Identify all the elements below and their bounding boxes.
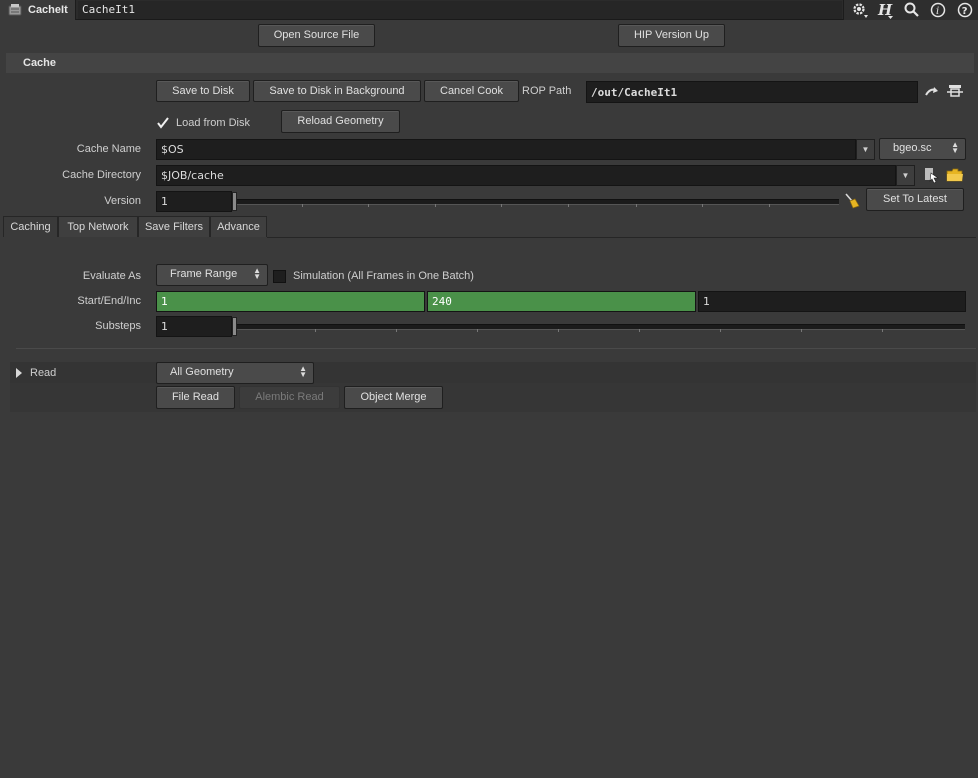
start-end-inc-label: Start/End/Inc [77,295,141,307]
save-to-disk-button[interactable]: Save to Disk [156,80,250,102]
separator [16,348,976,349]
jump-to-operator-icon[interactable] [924,84,940,100]
cache-section-header[interactable]: Cache [6,53,974,73]
cache-name-menu-button[interactable]: ▼ [856,139,875,160]
reload-geometry-button[interactable]: Reload Geometry [281,110,400,133]
tab-advance[interactable]: Advance [210,216,267,237]
tab-divider [267,237,976,238]
node-type-label[interactable]: CacheIt [0,0,76,20]
cache-name-label: Cache Name [76,143,141,155]
rop-path-field[interactable]: /out/CacheIt1 [586,81,918,103]
version-field[interactable]: 1 [156,191,232,212]
dropdown-arrows-icon: ▲ ▼ [299,364,307,379]
node-type-text: CacheIt [28,4,68,16]
start-frame-field[interactable]: 1 [156,291,425,312]
rop-path-label: ROP Path [522,85,572,97]
node-name-field[interactable]: CacheIt1 [78,1,842,19]
substeps-slider-track[interactable] [236,324,965,332]
broom-clear-icon[interactable] [843,192,861,210]
cancel-cook-button[interactable]: Cancel Cook [424,80,519,102]
evaluate-as-label: Evaluate As [82,270,141,282]
save-to-disk-background-button[interactable]: Save to Disk in Background [253,80,421,102]
svg-text:?: ? [962,6,968,17]
format-dropdown-value: bgeo.sc [893,142,932,154]
houdini-h-icon[interactable]: H [876,1,894,19]
cache-directory-menu-button[interactable]: ▼ [896,165,915,186]
substeps-field[interactable]: 1 [156,316,232,337]
node-type-icon [8,4,22,16]
read-mode-value: All Geometry [170,366,234,378]
header-toolbar: H i ? [843,0,978,20]
evaluate-as-value: Frame Range [170,268,238,280]
operator-chooser-icon[interactable] [946,82,964,100]
open-source-file-button[interactable]: Open Source File [258,24,375,47]
set-to-latest-button[interactable]: Set To Latest [866,188,964,211]
gear-icon[interactable] [850,1,868,19]
cache-name-field[interactable]: $OS [156,139,856,160]
substeps-label: Substeps [95,320,141,332]
file-read-button[interactable]: File Read [156,386,235,409]
hip-version-up-button[interactable]: HIP Version Up [618,24,725,47]
version-slider-handle[interactable] [232,192,237,211]
version-label: Version [104,195,141,207]
cache-directory-field[interactable]: $JOB/cache [156,165,896,186]
cache-directory-label: Cache Directory [62,169,141,181]
read-folder-row[interactable] [10,362,976,383]
dropdown-arrows-icon: ▲ ▼ [253,266,261,281]
info-icon[interactable]: i [929,1,947,19]
file-chooser-icon[interactable] [922,166,940,184]
read-mode-dropdown[interactable]: All Geometry ▲ ▼ [156,362,314,384]
format-dropdown[interactable]: bgeo.sc ▲ ▼ [879,138,966,160]
end-frame-field[interactable]: 240 [427,291,696,312]
dropdown-arrows-icon: ▲ ▼ [951,140,959,155]
help-icon[interactable]: ? [956,1,974,19]
read-folder-body [10,383,976,412]
simulation-label: Simulation (All Frames in One Batch) [293,270,474,282]
read-label: Read [30,367,57,379]
tab-caching[interactable]: Caching [3,216,58,237]
object-merge-button[interactable]: Object Merge [344,386,443,409]
expand-triangle-icon[interactable] [14,367,24,379]
version-slider-track[interactable] [236,199,839,207]
folder-icon[interactable] [946,166,964,184]
evaluate-as-dropdown[interactable]: Frame Range ▲ ▼ [156,264,268,286]
substeps-slider-handle[interactable] [232,317,237,336]
tab-save-filters[interactable]: Save Filters [138,216,210,237]
load-from-disk-label: Load from Disk [176,117,250,129]
svg-text:i: i [936,6,939,17]
simulation-checkbox[interactable] [273,270,286,283]
load-from-disk-checkbox[interactable] [156,116,170,130]
tab-top-network[interactable]: Top Network [58,216,138,237]
increment-field[interactable]: 1 [698,291,966,312]
magnifier-icon[interactable] [903,1,921,19]
alembic-read-button: Alembic Read [239,386,340,409]
